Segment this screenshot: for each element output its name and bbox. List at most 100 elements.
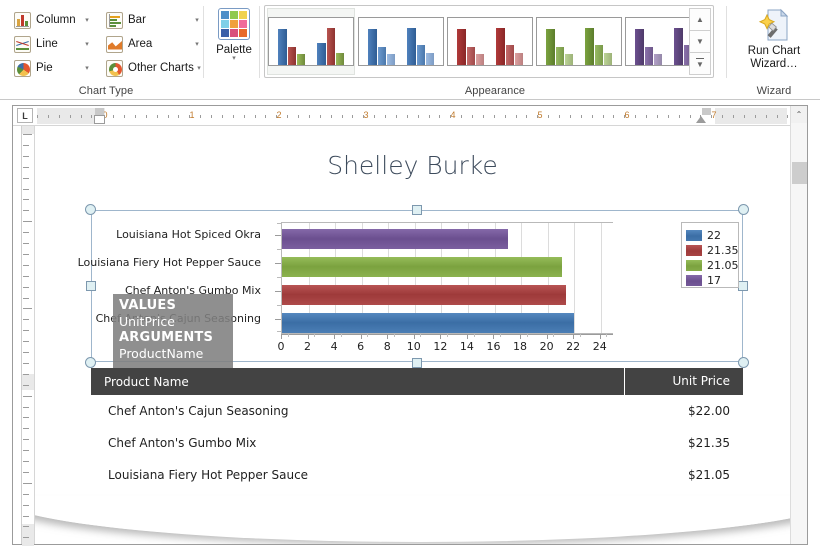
resize-handle-middle-left[interactable] xyxy=(86,281,96,291)
other-charts-icon xyxy=(106,59,123,77)
chart-type-column-label: Column xyxy=(36,14,76,26)
palette-grid-icon xyxy=(218,8,250,40)
legend-label: 22 xyxy=(707,228,721,242)
legend-item: 21.05 xyxy=(686,258,739,272)
legend-label: 21.35 xyxy=(707,243,739,257)
chart-bar-chef-antons-gumbo-mix[interactable] xyxy=(282,285,566,305)
chart-x-tick-label: 20 xyxy=(539,340,554,353)
run-chart-wizard-label-1: Run Chart xyxy=(747,45,801,57)
document-pane: L 0 1 2 3 4 5 6 7 Shelley Burke Louisian… xyxy=(12,105,808,546)
chevron-down-icon[interactable]: ▾ xyxy=(213,55,255,62)
legend-label: 17 xyxy=(707,273,721,287)
ruler-track[interactable]: 0 1 2 3 4 5 6 7 xyxy=(37,108,789,124)
resize-handle-bottom-left[interactable] xyxy=(85,357,96,368)
chevron-up-icon: ⌃ xyxy=(795,110,803,119)
scroll-up-button[interactable]: ⌃ xyxy=(791,106,807,123)
gallery-scroll-up-button[interactable]: ▲ xyxy=(689,8,711,31)
chart-bar-louisiana-fiery-hot-pepper-sauce[interactable] xyxy=(282,257,562,277)
legend-label: 21.05 xyxy=(707,258,739,272)
chart-legend[interactable]: 22 21.35 21.05 17 xyxy=(681,222,739,288)
page-title: Shelley Burke xyxy=(327,151,498,180)
appearance-gallery: ▲ ▼ ▼ xyxy=(264,5,714,78)
ribbon: Column ▾ Line ▾ Pie ▾ Bar ▾ Area ▾ Other… xyxy=(0,0,820,100)
vertical-ruler[interactable] xyxy=(13,126,35,546)
gallery-scrollbar[interactable]: ▲ ▼ ▼ xyxy=(689,8,711,75)
table-row[interactable]: Chef Anton's Gumbo Mix $21.35 xyxy=(91,427,743,459)
chart-x-tick-label: 16 xyxy=(486,340,501,353)
chart-type-area-button[interactable]: Area xyxy=(104,33,200,55)
chart-type-area-label: Area xyxy=(128,38,153,50)
appearance-thumb-art xyxy=(358,17,444,66)
document-page: Shelley Burke Louisiana Hot Spiced Okra … xyxy=(35,126,790,521)
chart-control[interactable]: Louisiana Hot Spiced Okra Louisiana Fier… xyxy=(78,204,749,369)
legend-swatch xyxy=(686,259,702,271)
chevron-down-icon[interactable]: ▾ xyxy=(192,40,202,48)
chevron-down-icon[interactable]: ▾ xyxy=(82,40,92,48)
chevron-down-icon[interactable]: ▾ xyxy=(192,16,202,24)
legend-item: 17 xyxy=(686,273,734,287)
chevron-down-icon[interactable]: ▾ xyxy=(82,16,92,24)
ribbon-group-appearance: ▲ ▼ ▼ Appearance xyxy=(262,0,728,99)
ribbon-group-chart-type-label: Chart Type xyxy=(78,85,134,97)
app-window: Column ▾ Line ▾ Pie ▾ Bar ▾ Area ▾ Other… xyxy=(0,0,820,553)
appearance-thumb-green[interactable] xyxy=(536,8,622,75)
chart-x-tick-label: 8 xyxy=(383,340,391,353)
chart-x-tick-label: 4 xyxy=(330,340,338,353)
ribbon-group-chart-type: Column ▾ Line ▾ Pie ▾ Bar ▾ Area ▾ Other… xyxy=(6,0,206,99)
resize-handle-top-center[interactable] xyxy=(412,205,422,215)
chart-ylabel-3: Louisiana Hot Spiced Okra xyxy=(116,228,261,241)
chart-surface: Louisiana Hot Spiced Okra Louisiana Fier… xyxy=(78,218,739,369)
run-chart-wizard-button[interactable]: Run Chart Wizard… xyxy=(738,5,810,85)
appearance-thumb-blue[interactable] xyxy=(358,8,444,75)
chevron-down-icon[interactable]: ▾ xyxy=(82,64,92,72)
run-chart-wizard-label-2: Wizard… xyxy=(750,58,798,70)
left-indent-marker[interactable] xyxy=(94,115,105,124)
document-canvas[interactable]: Shelley Burke Louisiana Hot Spiced Okra … xyxy=(35,126,790,544)
palette-button[interactable]: Palette ▾ xyxy=(213,6,255,84)
table-header-product-name: Product Name xyxy=(104,374,189,389)
chart-type-bar-button[interactable]: Bar xyxy=(104,9,200,31)
right-indent-shade xyxy=(702,108,711,115)
ribbon-separator xyxy=(259,6,260,78)
first-line-indent-marker[interactable] xyxy=(95,108,104,115)
resize-handle-bottom-right[interactable] xyxy=(738,357,749,368)
chart-type-line-label: Line xyxy=(36,38,58,50)
legend-item: 21.35 xyxy=(686,243,739,257)
page-bottom-curve xyxy=(35,496,790,544)
appearance-thumb-red[interactable] xyxy=(447,8,533,75)
resize-handle-middle-right[interactable] xyxy=(738,281,748,291)
right-indent-marker[interactable] xyxy=(696,116,706,123)
vruler-margin-mid xyxy=(22,374,34,390)
resize-handle-top-left[interactable] xyxy=(85,204,96,215)
chart-bar-chef-antons-cajun-seasoning[interactable] xyxy=(282,313,575,333)
appearance-thumb-multicolor[interactable] xyxy=(267,8,355,75)
ribbon-group-wizard-label: Wizard xyxy=(756,85,792,97)
resize-handle-bottom-center[interactable] xyxy=(412,358,422,368)
chart-x-tick-label: 6 xyxy=(357,340,365,353)
tab-stop-selector[interactable]: L xyxy=(17,108,33,123)
ribbon-separator xyxy=(726,6,727,78)
horizontal-ruler[interactable]: L 0 1 2 3 4 5 6 7 xyxy=(13,106,790,126)
chart-data-binding-tooltip: VALUES UnitPrice ARGUMENTS ProductName xyxy=(113,294,233,369)
chart-type-other-charts-button[interactable]: Other Charts xyxy=(104,57,204,79)
resize-handle-top-right[interactable] xyxy=(738,204,749,215)
table-row[interactable]: Chef Anton's Cajun Seasoning $22.00 xyxy=(91,395,743,427)
tooltip-arguments-field: ProductName xyxy=(119,346,204,361)
vertical-scrollbar[interactable]: ⌃ xyxy=(790,106,807,544)
chart-x-tick-label: 18 xyxy=(513,340,528,353)
table-header-row: Product Name Unit Price xyxy=(91,368,743,395)
gallery-more-button[interactable]: ▼ xyxy=(689,52,711,75)
chart-type-pie-label: Pie xyxy=(36,62,53,74)
scrollbar-thumb[interactable] xyxy=(792,162,807,184)
tooltip-values-field: UnitPrice xyxy=(119,314,175,329)
bar-chart-icon xyxy=(106,11,123,29)
chart-x-tick-label: 14 xyxy=(459,340,474,353)
table-row[interactable]: Louisiana Fiery Hot Pepper Sauce $21.05 xyxy=(91,459,743,491)
area-chart-icon xyxy=(106,35,123,53)
legend-swatch xyxy=(686,244,702,256)
chart-x-tick-label: 24 xyxy=(592,340,607,353)
table-cell-price: $21.35 xyxy=(688,436,730,450)
chart-bar-louisiana-hot-spiced-okra[interactable] xyxy=(282,229,508,249)
table-cell-product: Chef Anton's Cajun Seasoning xyxy=(108,404,289,418)
gallery-scroll-down-button[interactable]: ▼ xyxy=(689,30,711,53)
